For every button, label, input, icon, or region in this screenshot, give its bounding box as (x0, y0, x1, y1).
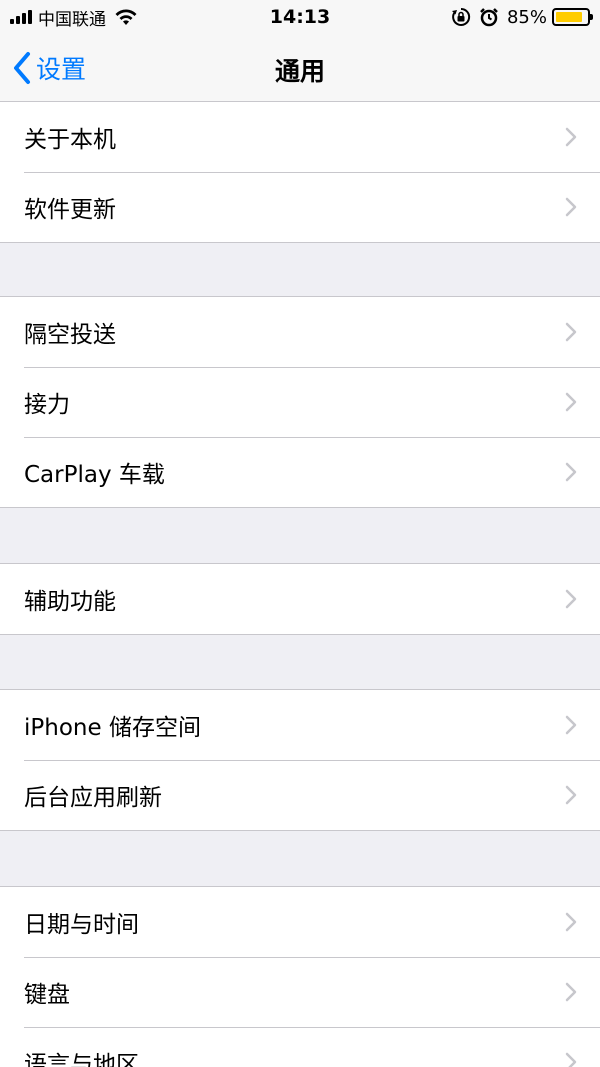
settings-item-label: iPhone 储存空间 (24, 715, 201, 741)
settings-item-label: 关于本机 (24, 127, 116, 153)
page-title: 通用 (274, 57, 325, 86)
settings-item-language-region[interactable]: 语言与地区 (0, 1027, 600, 1067)
chevron-right-icon (565, 127, 577, 147)
orientation-lock-icon (451, 7, 471, 26)
chevron-right-icon (565, 982, 577, 1002)
settings-group-region: 日期与时间 键盘 语言与地区 (0, 886, 600, 1067)
settings-item-label: 接力 (24, 392, 70, 418)
chevron-right-icon (565, 589, 577, 609)
settings-item-iphone-storage[interactable]: iPhone 储存空间 (0, 690, 600, 760)
settings-item-background-app-refresh[interactable]: 后台应用刷新 (0, 760, 600, 830)
carrier-name: 中国联通 (38, 9, 106, 30)
settings-item-label: 语言与地区 (24, 1052, 139, 1067)
signal-icon (10, 10, 32, 24)
chevron-right-icon (565, 322, 577, 342)
settings-item-label: 键盘 (24, 982, 70, 1008)
chevron-right-icon (565, 1052, 577, 1067)
status-bar: 中国联通 14:13 85% (0, 0, 600, 34)
chevron-right-icon (565, 392, 577, 412)
chevron-right-icon (565, 197, 577, 217)
settings-group-accessibility: 辅助功能 (0, 563, 600, 635)
settings-item-date-time[interactable]: 日期与时间 (0, 887, 600, 957)
chevron-right-icon (565, 462, 577, 482)
battery-percent: 85% (506, 6, 547, 28)
settings-item-airdrop[interactable]: 隔空投送 (0, 297, 600, 367)
navigation-bar: 设置 通用 (0, 34, 600, 102)
settings-group-connectivity: 隔空投送 接力 CarPlay 车载 (0, 296, 600, 508)
battery-icon (552, 8, 593, 26)
settings-item-keyboard[interactable]: 键盘 (0, 957, 600, 1027)
settings-item-carplay[interactable]: CarPlay 车载 (0, 437, 600, 507)
chevron-right-icon (565, 715, 577, 735)
chevron-right-icon (565, 785, 577, 805)
settings-group-storage: iPhone 储存空间 后台应用刷新 (0, 689, 600, 831)
alarm-icon (480, 8, 498, 27)
status-right: 85% (451, 6, 593, 28)
status-left: 中国联通 (10, 5, 138, 30)
settings-item-label: CarPlay 车载 (24, 462, 165, 488)
chevron-right-icon (565, 912, 577, 932)
settings-group-about: 关于本机 软件更新 (0, 101, 600, 243)
settings-item-about[interactable]: 关于本机 (0, 102, 600, 172)
battery-fill (556, 12, 582, 22)
settings-item-label: 后台应用刷新 (24, 785, 162, 811)
settings-item-label: 软件更新 (24, 197, 116, 223)
settings-item-label: 辅助功能 (24, 589, 116, 615)
wifi-icon (115, 9, 137, 25)
settings-item-accessibility[interactable]: 辅助功能 (0, 564, 600, 634)
settings-item-software-update[interactable]: 软件更新 (0, 172, 600, 242)
settings-item-label: 日期与时间 (24, 912, 139, 938)
settings-item-handoff[interactable]: 接力 (0, 367, 600, 437)
settings-item-label: 隔空投送 (24, 322, 116, 348)
